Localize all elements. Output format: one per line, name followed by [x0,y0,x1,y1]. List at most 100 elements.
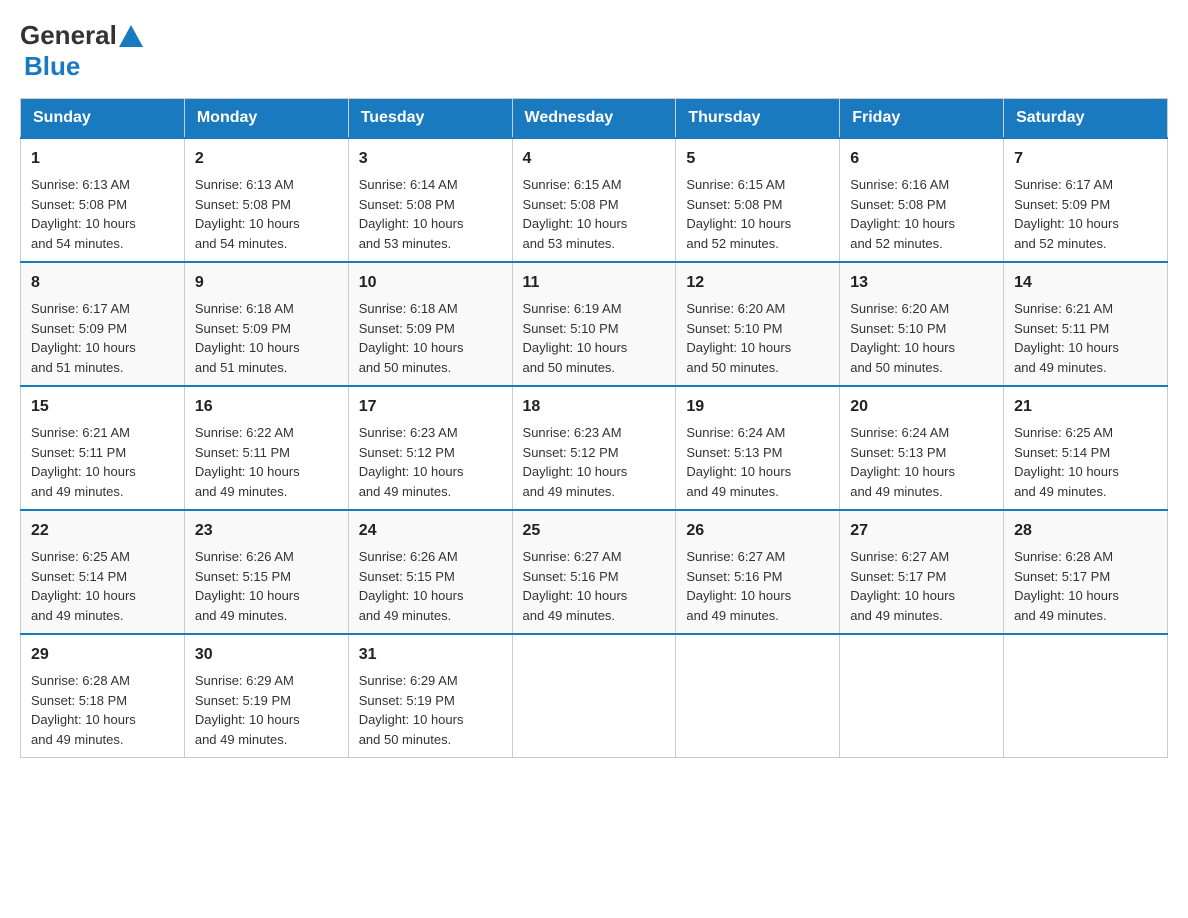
sunrise-info: Sunrise: 6:20 AM [686,301,785,316]
day-number: 29 [31,643,174,667]
calendar-cell: 26 Sunrise: 6:27 AM Sunset: 5:16 PM Dayl… [676,510,840,634]
day-number: 31 [359,643,502,667]
daylight-info: Daylight: 10 hours [523,340,628,355]
daylight-minutes: and 54 minutes. [195,236,288,251]
sunrise-info: Sunrise: 6:13 AM [195,177,294,192]
day-number: 16 [195,395,338,419]
calendar-cell: 20 Sunrise: 6:24 AM Sunset: 5:13 PM Dayl… [840,386,1004,510]
calendar-cell: 23 Sunrise: 6:26 AM Sunset: 5:15 PM Dayl… [184,510,348,634]
daylight-minutes: and 53 minutes. [359,236,452,251]
sunrise-info: Sunrise: 6:27 AM [850,549,949,564]
daylight-minutes: and 52 minutes. [1014,236,1107,251]
daylight-minutes: and 49 minutes. [850,484,943,499]
calendar-cell: 15 Sunrise: 6:21 AM Sunset: 5:11 PM Dayl… [21,386,185,510]
header-saturday: Saturday [1004,99,1168,139]
header-friday: Friday [840,99,1004,139]
day-number: 23 [195,519,338,543]
day-number: 4 [523,147,666,171]
calendar-cell: 9 Sunrise: 6:18 AM Sunset: 5:09 PM Dayli… [184,262,348,386]
daylight-info: Daylight: 10 hours [850,216,955,231]
sunset-info: Sunset: 5:08 PM [686,197,782,212]
day-number: 9 [195,271,338,295]
daylight-info: Daylight: 10 hours [31,712,136,727]
sunset-info: Sunset: 5:08 PM [31,197,127,212]
daylight-minutes: and 49 minutes. [1014,360,1107,375]
sunrise-info: Sunrise: 6:21 AM [1014,301,1113,316]
day-number: 5 [686,147,829,171]
day-number: 1 [31,147,174,171]
sunset-info: Sunset: 5:09 PM [359,321,455,336]
calendar-cell: 16 Sunrise: 6:22 AM Sunset: 5:11 PM Dayl… [184,386,348,510]
daylight-minutes: and 51 minutes. [195,360,288,375]
sunset-info: Sunset: 5:11 PM [1014,321,1109,336]
day-number: 30 [195,643,338,667]
daylight-minutes: and 50 minutes. [686,360,779,375]
day-number: 7 [1014,147,1157,171]
daylight-info: Daylight: 10 hours [195,712,300,727]
sunrise-info: Sunrise: 6:14 AM [359,177,458,192]
sunset-info: Sunset: 5:09 PM [195,321,291,336]
day-number: 13 [850,271,993,295]
daylight-minutes: and 52 minutes. [686,236,779,251]
calendar-cell: 13 Sunrise: 6:20 AM Sunset: 5:10 PM Dayl… [840,262,1004,386]
daylight-info: Daylight: 10 hours [1014,340,1119,355]
daylight-info: Daylight: 10 hours [195,464,300,479]
daylight-info: Daylight: 10 hours [1014,464,1119,479]
calendar-cell: 7 Sunrise: 6:17 AM Sunset: 5:09 PM Dayli… [1004,138,1168,262]
calendar-cell: 4 Sunrise: 6:15 AM Sunset: 5:08 PM Dayli… [512,138,676,262]
daylight-minutes: and 49 minutes. [523,484,616,499]
sunrise-info: Sunrise: 6:22 AM [195,425,294,440]
daylight-minutes: and 50 minutes. [359,360,452,375]
daylight-info: Daylight: 10 hours [686,216,791,231]
day-number: 27 [850,519,993,543]
sunset-info: Sunset: 5:14 PM [1014,445,1110,460]
header-sunday: Sunday [21,99,185,139]
sunrise-info: Sunrise: 6:27 AM [686,549,785,564]
daylight-minutes: and 49 minutes. [195,484,288,499]
daylight-info: Daylight: 10 hours [1014,216,1119,231]
daylight-info: Daylight: 10 hours [195,216,300,231]
header-row: SundayMondayTuesdayWednesdayThursdayFrid… [21,99,1168,139]
logo-triangle-icon [119,25,143,47]
day-number: 24 [359,519,502,543]
daylight-minutes: and 50 minutes. [523,360,616,375]
daylight-minutes: and 49 minutes. [686,484,779,499]
calendar-cell: 5 Sunrise: 6:15 AM Sunset: 5:08 PM Dayli… [676,138,840,262]
sunrise-info: Sunrise: 6:25 AM [1014,425,1113,440]
day-number: 20 [850,395,993,419]
daylight-info: Daylight: 10 hours [359,464,464,479]
sunset-info: Sunset: 5:10 PM [686,321,782,336]
daylight-info: Daylight: 10 hours [523,216,628,231]
daylight-minutes: and 49 minutes. [359,484,452,499]
daylight-minutes: and 49 minutes. [359,608,452,623]
calendar-cell: 8 Sunrise: 6:17 AM Sunset: 5:09 PM Dayli… [21,262,185,386]
sunrise-info: Sunrise: 6:24 AM [686,425,785,440]
day-number: 25 [523,519,666,543]
sunrise-info: Sunrise: 6:20 AM [850,301,949,316]
sunrise-info: Sunrise: 6:15 AM [523,177,622,192]
sunset-info: Sunset: 5:11 PM [31,445,126,460]
day-number: 18 [523,395,666,419]
day-number: 28 [1014,519,1157,543]
header-tuesday: Tuesday [348,99,512,139]
sunset-info: Sunset: 5:17 PM [1014,569,1110,584]
calendar-cell: 17 Sunrise: 6:23 AM Sunset: 5:12 PM Dayl… [348,386,512,510]
week-row-5: 29 Sunrise: 6:28 AM Sunset: 5:18 PM Dayl… [21,634,1168,758]
week-row-3: 15 Sunrise: 6:21 AM Sunset: 5:11 PM Dayl… [21,386,1168,510]
calendar-cell: 3 Sunrise: 6:14 AM Sunset: 5:08 PM Dayli… [348,138,512,262]
daylight-minutes: and 49 minutes. [1014,608,1107,623]
sunrise-info: Sunrise: 6:24 AM [850,425,949,440]
daylight-info: Daylight: 10 hours [686,588,791,603]
sunrise-info: Sunrise: 6:18 AM [195,301,294,316]
sunset-info: Sunset: 5:15 PM [359,569,455,584]
daylight-minutes: and 53 minutes. [523,236,616,251]
sunset-info: Sunset: 5:13 PM [686,445,782,460]
sunrise-info: Sunrise: 6:26 AM [195,549,294,564]
sunrise-info: Sunrise: 6:23 AM [359,425,458,440]
logo: General Blue [20,20,145,82]
sunset-info: Sunset: 5:16 PM [523,569,619,584]
calendar-cell [676,634,840,758]
daylight-minutes: and 49 minutes. [686,608,779,623]
daylight-minutes: and 54 minutes. [31,236,124,251]
daylight-minutes: and 49 minutes. [850,608,943,623]
